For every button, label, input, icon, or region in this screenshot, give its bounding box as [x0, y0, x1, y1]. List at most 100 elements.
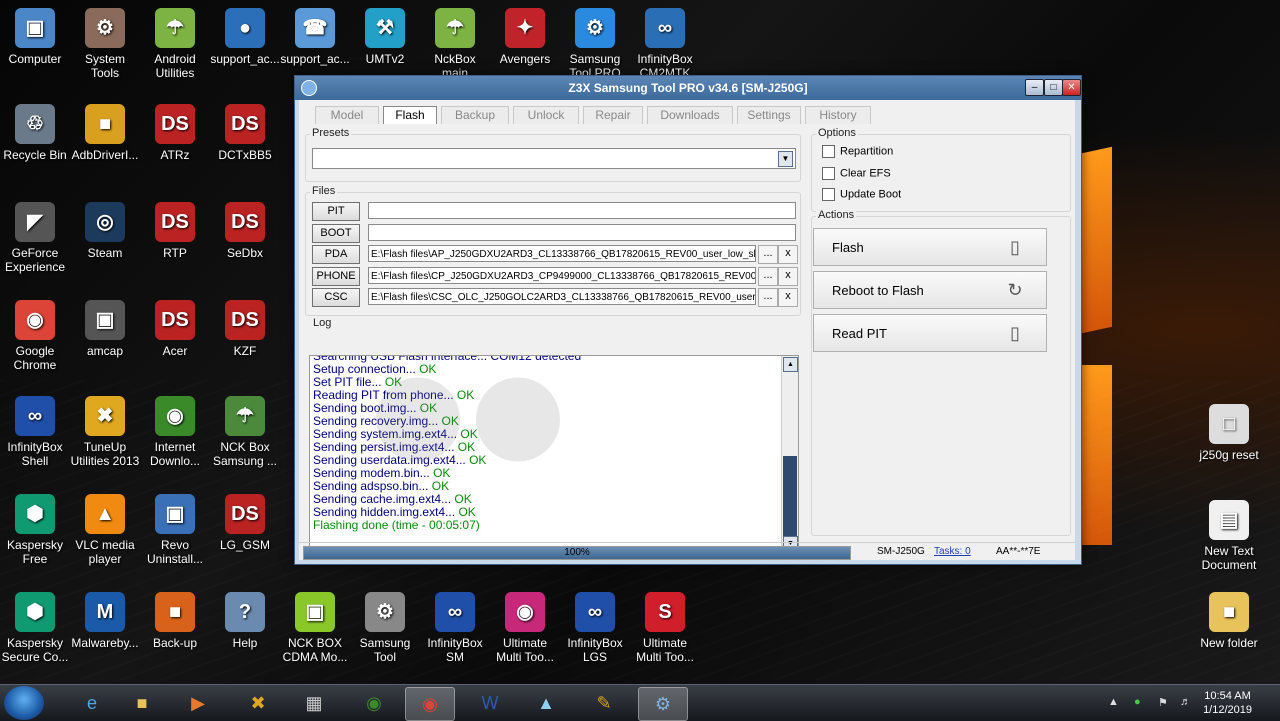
boot-path-field[interactable] — [368, 223, 796, 241]
presets-combo[interactable]: ▼ — [312, 148, 796, 169]
start-button[interactable] — [4, 686, 44, 720]
samsung-tool-icon[interactable]: ⚙ — [638, 687, 688, 721]
tab-repair[interactable]: Repair — [583, 106, 643, 124]
boot-button[interactable]: BOOT — [312, 223, 360, 243]
phone-button[interactable]: PHONE — [312, 266, 360, 286]
option-checkbox[interactable]: Repartition — [822, 145, 893, 158]
desktop-icon[interactable]: ☎ support_ac... — [280, 8, 350, 66]
tab-backup[interactable]: Backup — [441, 106, 509, 124]
action-read-pit-button[interactable]: Read PIT ▯ — [813, 314, 1047, 352]
title-bar[interactable]: Z3X Samsung Tool PRO v34.6 [SM-J250G] – … — [295, 76, 1081, 100]
tray-flag-icon[interactable]: ⚑ — [1158, 696, 1168, 709]
scroll-thumb[interactable] — [783, 456, 797, 536]
tab-model[interactable]: Model — [315, 106, 379, 124]
desktop-icon[interactable]: ⚙ Samsung Tool PRO — [560, 8, 630, 80]
desktop-icon[interactable]: ◉ Google Chrome — [0, 300, 70, 372]
desktop-icon[interactable]: ◉ Ultimate Multi Too... — [490, 592, 560, 664]
desktop-icon[interactable]: ■ New folder — [1194, 592, 1264, 650]
desktop-icon[interactable]: ⬢ Kaspersky Secure Co... — [0, 592, 70, 664]
clear-button[interactable]: x — [778, 245, 798, 264]
desktop-icon[interactable]: DS DCTxBB5 — [210, 104, 280, 162]
desktop-icon[interactable]: ∞ InfinityBox SM — [420, 592, 490, 664]
desktop-icon[interactable]: ● support_ac... — [210, 8, 280, 66]
minimize-button[interactable]: – — [1025, 79, 1044, 96]
desktop-icon[interactable]: ☂ Android Utilities — [140, 8, 210, 80]
desktop-icon[interactable]: ✖ TuneUp Utilities 2013 — [70, 396, 140, 468]
download-manager-icon[interactable]: ◉ — [350, 687, 398, 719]
media-player-icon[interactable]: ▶ — [174, 687, 222, 719]
browse-button[interactable]: ... — [758, 266, 778, 286]
checkbox-icon[interactable] — [822, 166, 835, 180]
desktop-icon[interactable]: DS ATRz — [140, 104, 210, 162]
paint-icon[interactable]: ✎ — [580, 687, 628, 719]
desktop-icon[interactable]: ☂ NCK Box Samsung ... — [210, 396, 280, 468]
log-scrollbar[interactable]: ▲ ▼ — [781, 356, 798, 552]
tray-arrow-icon[interactable]: ▲ — [1108, 696, 1119, 708]
browse-button[interactable]: ... — [758, 288, 778, 307]
tasks-link[interactable]: Tasks: 0 — [934, 546, 971, 557]
desktop-icon[interactable]: S Ultimate Multi Too... — [630, 592, 700, 664]
chrome-icon[interactable]: ◉ — [405, 687, 455, 721]
pda-button[interactable]: PDA — [312, 245, 360, 264]
desktop-icon[interactable]: ♲ Recycle Bin — [0, 104, 70, 162]
desktop-icon[interactable]: ▣ Revo Uninstall... — [140, 494, 210, 566]
option-checkbox[interactable]: Clear EFS — [822, 166, 891, 180]
pit-button[interactable]: PIT — [312, 202, 360, 221]
desktop-icon[interactable]: ⬢ Kaspersky Free — [0, 494, 70, 566]
checkbox-icon[interactable] — [822, 188, 835, 201]
notes-icon[interactable]: ▲ — [522, 687, 570, 719]
clear-button[interactable]: x — [778, 266, 798, 286]
desktop-icon[interactable]: ✦ Avengers — [490, 8, 560, 66]
desktop-icon[interactable]: DS LG_GSM — [210, 494, 280, 552]
desktop-icon[interactable]: ▤ New Text Document — [1194, 500, 1264, 572]
desktop-icon[interactable]: ◎ Steam — [70, 202, 140, 260]
browse-button[interactable]: ... — [758, 245, 778, 264]
action-reboot-to-flash-button[interactable]: Reboot to Flash ↻ — [813, 271, 1047, 309]
phone-path-field[interactable]: E:\Flash files\CP_J250GDXU2ARD3_CP949900… — [368, 266, 756, 284]
desktop-icon[interactable]: DS SeDbx — [210, 202, 280, 260]
close-button[interactable]: ✕ — [1062, 79, 1081, 96]
tab-settings[interactable]: Settings — [737, 106, 801, 124]
checkbox-icon[interactable] — [822, 145, 835, 158]
desktop-icon[interactable]: ◉ Internet Downlo... — [140, 396, 210, 468]
desktop-icon[interactable]: ■ AdbDriverI... — [70, 104, 140, 162]
desktop-icon[interactable]: ▣ Computer — [0, 8, 70, 66]
tab-downloads[interactable]: Downloads — [647, 106, 733, 124]
csc-button[interactable]: CSC — [312, 288, 360, 307]
desktop-icon[interactable]: ⚙ System Tools — [70, 8, 140, 80]
tuneup-icon[interactable]: ✖ — [234, 687, 282, 719]
tab-flash[interactable]: Flash — [383, 106, 437, 124]
desktop-icon[interactable]: DS RTP — [140, 202, 210, 260]
option-checkbox[interactable]: Update Boot — [822, 188, 901, 201]
file-explorer-icon[interactable]: ■ — [118, 687, 166, 719]
action-flash-button[interactable]: Flash ▯ — [813, 228, 1047, 266]
chevron-down-icon[interactable]: ▼ — [778, 151, 793, 167]
pit-path-field[interactable] — [368, 202, 796, 219]
desktop-icon[interactable]: DS KZF — [210, 300, 280, 358]
clock[interactable]: 10:54 AM 1/12/2019 — [1203, 689, 1252, 717]
desktop-icon[interactable]: ■ Back-up — [140, 592, 210, 650]
csc-path-field[interactable]: E:\Flash files\CSC_OLC_J250GOLC2ARD3_CL1… — [368, 288, 756, 305]
desktop-icon[interactable]: DS Acer — [140, 300, 210, 358]
calculator-icon[interactable]: ▦ — [290, 687, 338, 719]
desktop-icon[interactable]: □ j250g reset — [1194, 404, 1264, 462]
desktop-icon[interactable]: ▲ VLC media player — [70, 494, 140, 566]
desktop-icon[interactable]: ∞ InfinityBox CM2MTK — [630, 8, 700, 80]
desktop-icon[interactable]: ? Help — [210, 592, 280, 650]
pda-path-field[interactable]: E:\Flash files\AP_J250GDXU2ARD3_CL133387… — [368, 245, 756, 262]
internet-explorer-icon[interactable]: e — [68, 687, 116, 719]
desktop-icon[interactable]: ◤ GeForce Experience — [0, 202, 70, 274]
clear-button[interactable]: x — [778, 288, 798, 307]
desktop-icon[interactable]: ∞ InfinityBox Shell — [0, 396, 70, 468]
desktop-icon[interactable]: ∞ InfinityBox LGS — [560, 592, 630, 664]
desktop-icon[interactable]: ⚒ UMTv2 — [350, 8, 420, 66]
desktop-icon[interactable]: ▣ NCK BOX CDMA Mo... — [280, 592, 350, 664]
tab-unlock[interactable]: Unlock — [513, 106, 579, 124]
maximize-button[interactable]: □ — [1044, 79, 1063, 96]
tab-history[interactable]: History — [805, 106, 871, 124]
log-box[interactable]: Searching USB Flash interface... COM12 d… — [309, 355, 799, 553]
word-icon[interactable]: W — [466, 687, 514, 719]
tray-volume-icon[interactable]: ♬ — [1180, 696, 1191, 708]
desktop-icon[interactable]: ☂ NckBox main — [420, 8, 490, 80]
desktop-icon[interactable]: M Malwareby... — [70, 592, 140, 650]
